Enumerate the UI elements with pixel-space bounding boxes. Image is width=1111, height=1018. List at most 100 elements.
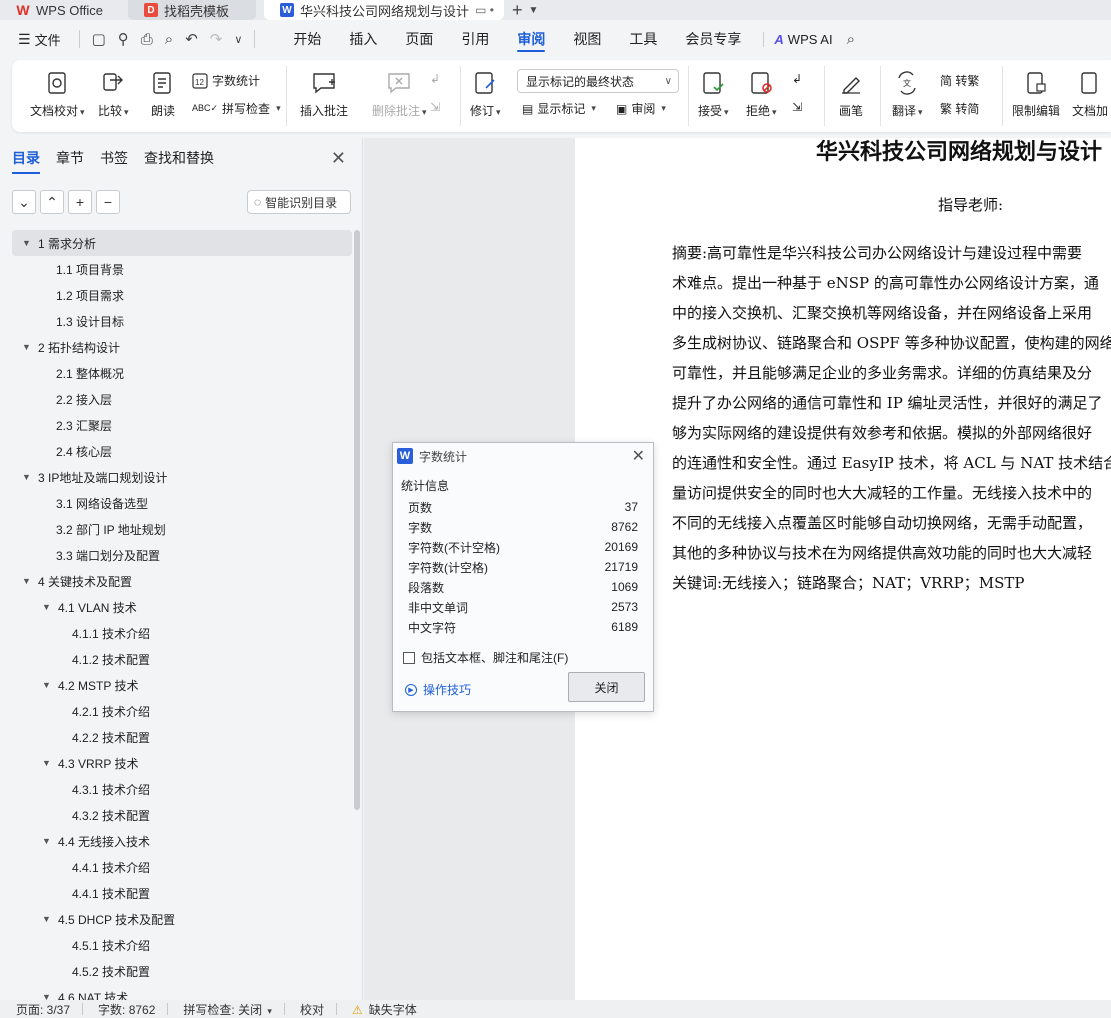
toc-item[interactable]: 4.5.2 技术配置 [12, 958, 352, 984]
toc-item[interactable]: 4.2.2 技术配置 [12, 724, 352, 750]
review-pane-button[interactable]: ▣ 审阅▾ [616, 100, 666, 117]
menu-tab-4[interactable]: 审阅 [503, 20, 559, 58]
toc-item[interactable]: ▼4.3 VRRP 技术 [12, 750, 352, 776]
expand-arrow-icon[interactable]: ▼ [42, 836, 54, 846]
menu-tab-0[interactable]: 开始 [279, 20, 335, 58]
tab-wps-office[interactable]: W WPS Office [0, 0, 120, 20]
document-page[interactable]: 华兴科技公司网络规划与设计 指导老师: 摘要:高可靠性是华兴科技公司办公网络设计… [575, 138, 1111, 1000]
menu-tab-6[interactable]: 工具 [615, 20, 671, 58]
toc-item[interactable]: 4.5.1 技术介绍 [12, 932, 352, 958]
toc-item[interactable]: 2.2 接入层 [12, 386, 352, 412]
prev-change-icon[interactable]: ↲ [792, 72, 802, 86]
close-icon[interactable]: ✕ [632, 446, 645, 466]
status-page[interactable]: 页面: 3/37 [0, 1001, 82, 1018]
toc-item[interactable]: 4.4.1 技术介绍 [12, 854, 352, 880]
toc-scrollbar[interactable] [354, 230, 360, 810]
toc-item[interactable]: 1.3 设计目标 [12, 308, 352, 334]
toc-item[interactable]: 4.3.2 技术配置 [12, 802, 352, 828]
prev-comment-icon[interactable]: ↲ [430, 72, 440, 86]
expand-arrow-icon[interactable]: ▼ [22, 342, 34, 352]
new-tab-button[interactable]: +▼ [512, 0, 538, 20]
wps-ai-button[interactable]: A WPS AI [763, 32, 832, 47]
smart-toc-button[interactable]: ◌ 智能识别目录 [247, 190, 351, 214]
toc-item[interactable]: 2.3 汇聚层 [12, 412, 352, 438]
toc-item[interactable]: ▼4.5 DHCP 技术及配置 [12, 906, 352, 932]
nav-tab-3[interactable]: 查找和替换 [132, 138, 214, 178]
add-heading-button[interactable]: + [68, 190, 92, 214]
file-menu[interactable]: ☰ 文件 [18, 30, 61, 49]
toc-item[interactable]: 1.1 项目背景 [12, 256, 352, 282]
collapse-all-button[interactable]: ⌄ [12, 190, 36, 214]
tips-link[interactable]: ▶ 操作技巧 [405, 681, 471, 698]
remove-heading-button[interactable]: − [96, 190, 120, 214]
show-markup-button[interactable]: ▤ 显示标记▾ [522, 100, 596, 117]
toc-item[interactable]: 1.2 项目需求 [12, 282, 352, 308]
expand-arrow-icon[interactable]: ▼ [42, 758, 54, 768]
doc-check-button[interactable]: 文档校对▾ [30, 70, 85, 119]
status-proof[interactable]: 校对 [284, 1001, 336, 1018]
nav-tab-2[interactable]: 书签 [88, 138, 128, 178]
tab-monitor-icon[interactable]: ▭ • [475, 3, 494, 17]
expand-arrow-icon[interactable]: ▼ [42, 680, 54, 690]
expand-arrow-icon[interactable]: ▼ [22, 238, 34, 248]
toc-item[interactable]: ▼3 IP地址及端口规划设计 [12, 464, 352, 490]
toc-item[interactable]: 4.1.2 技术配置 [12, 646, 352, 672]
nav-tab-1[interactable]: 章节 [44, 138, 84, 178]
accept-button[interactable]: 接受▾ [698, 70, 729, 119]
to-traditional-button[interactable]: 简 转繁 [940, 72, 979, 89]
undo-icon[interactable]: ↶ [185, 30, 198, 48]
reject-button[interactable]: 拒绝▾ [746, 70, 777, 119]
share-icon[interactable]: ⚲ [118, 30, 129, 48]
toc-item[interactable]: 4.2.1 技术介绍 [12, 698, 352, 724]
insert-comment-button[interactable]: 插入批注 [300, 70, 348, 119]
toc-item[interactable]: 4.4.1 技术配置 [12, 880, 352, 906]
menu-tab-7[interactable]: 会员专享 [671, 20, 755, 58]
expand-arrow-icon[interactable]: ▼ [42, 914, 54, 924]
dialog-close-button[interactable]: 关闭 [568, 672, 645, 702]
toc-item[interactable]: ▼4.4 无线接入技术 [12, 828, 352, 854]
include-textbox-checkbox[interactable]: 包括文本框、脚注和尾注(F) [403, 649, 568, 666]
tab-document[interactable]: W 华兴科技公司网络规划与设计 ▭ • [264, 0, 504, 20]
restrict-edit-button[interactable]: 限制编辑 [1012, 70, 1060, 119]
search-icon[interactable]: ⌕ [847, 31, 855, 48]
menu-tab-2[interactable]: 页面 [391, 20, 447, 58]
toc-item[interactable]: ▼4.2 MSTP 技术 [12, 672, 352, 698]
redo-icon[interactable]: ↷ [210, 30, 223, 48]
checkbox-unchecked[interactable] [403, 652, 415, 664]
expand-arrow-icon[interactable]: ▼ [42, 992, 54, 1000]
toc-item[interactable]: ▼4.6 NAT 技术 [12, 984, 352, 1000]
status-spell[interactable]: 拼写检查: 关闭 ▾ [167, 1001, 284, 1018]
spell-check-button[interactable]: ABC✓ 拼写检查▾ [192, 100, 281, 117]
status-words[interactable]: 字数: 8762 [82, 1001, 167, 1018]
toc-item[interactable]: 3.2 部门 IP 地址规划 [12, 516, 352, 542]
save-icon[interactable]: ▢ [92, 30, 106, 48]
menu-tab-3[interactable]: 引用 [447, 20, 503, 58]
delete-comment-button[interactable]: 删除批注▾ [372, 70, 427, 119]
menu-tab-5[interactable]: 视图 [559, 20, 615, 58]
nav-tab-0[interactable]: 目录 [0, 138, 40, 178]
toc-item[interactable]: 4.1.1 技术介绍 [12, 620, 352, 646]
to-simplified-button[interactable]: 繁 转简 [940, 100, 979, 117]
more-chevron-icon[interactable]: ∨ [234, 33, 242, 46]
dialog-title-bar[interactable]: W 字数统计 [393, 443, 653, 469]
toc-item[interactable]: 4.3.1 技术介绍 [12, 776, 352, 802]
toc-item[interactable]: ▼2 拓扑结构设计 [12, 334, 352, 360]
menu-tab-1[interactable]: 插入 [335, 20, 391, 58]
toc-item[interactable]: 3.1 网络设备选型 [12, 490, 352, 516]
markup-state-select[interactable]: 显示标记的最终状态 ∨ [517, 69, 679, 93]
ink-button[interactable]: 画笔 [838, 70, 864, 119]
toc-item[interactable]: ▼4.1 VLAN 技术 [12, 594, 352, 620]
next-comment-icon[interactable]: ⇲ [430, 100, 440, 114]
expand-arrow-icon[interactable]: ▼ [22, 576, 34, 586]
read-aloud-button[interactable]: 朗读 [150, 70, 176, 119]
status-missing-font[interactable]: ⚠缺失字体 [336, 1001, 429, 1018]
doc-protect-button[interactable]: 文档加 [1072, 70, 1108, 119]
expand-up-button[interactable]: ⌃ [40, 190, 64, 214]
print-preview-icon[interactable]: ⌕ [165, 31, 173, 48]
word-count-button[interactable]: 12 字数统计 [192, 72, 260, 89]
print-icon[interactable]: ⎙ [141, 31, 153, 48]
toc-item[interactable]: 3.3 端口划分及配置 [12, 542, 352, 568]
toc-item[interactable]: 2.1 整体概况 [12, 360, 352, 386]
translate-button[interactable]: 文 翻译▾ [892, 70, 923, 119]
close-icon[interactable]: ✕ [331, 148, 346, 169]
